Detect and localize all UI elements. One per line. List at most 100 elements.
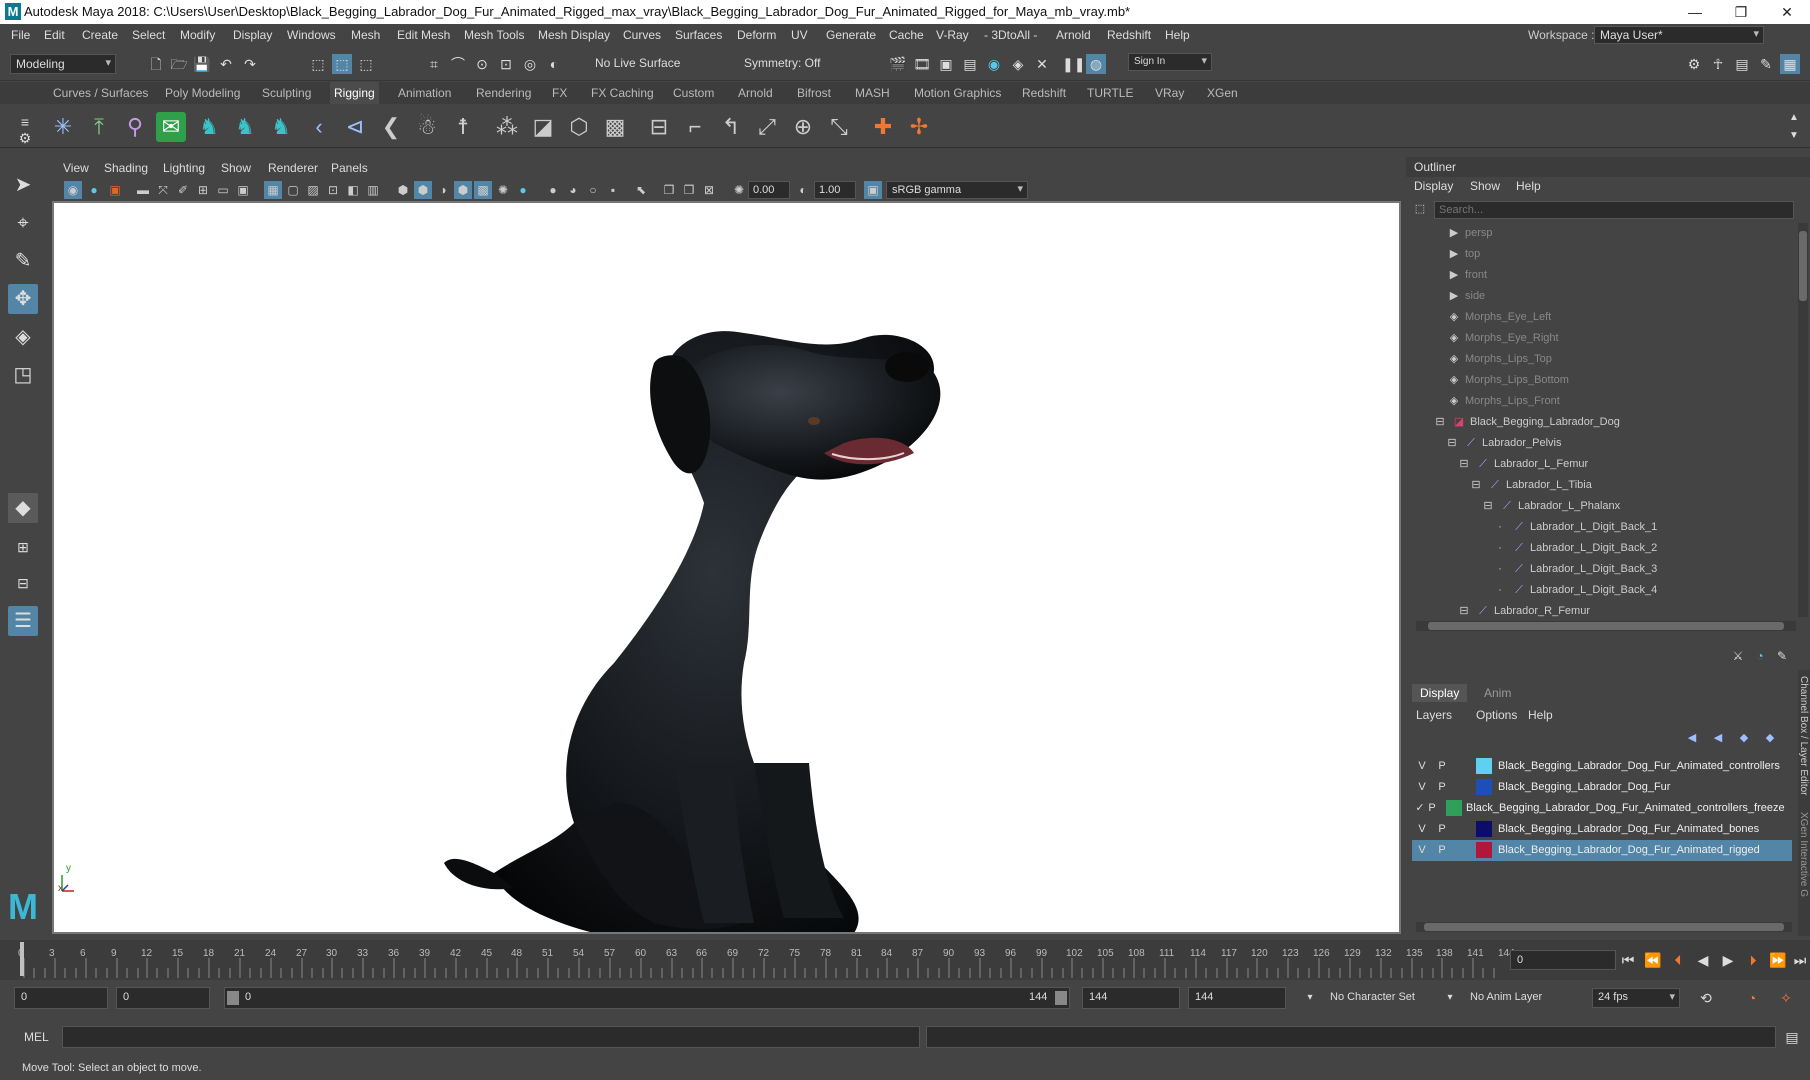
outliner-item-l-phalanx[interactable]: ⊟ ⟋ Labrador_L_Phalanx — [1480, 496, 1620, 517]
resolution-gate-icon[interactable]: ▣ — [234, 181, 252, 199]
collapse-icon[interactable]: ⊟ — [1468, 475, 1484, 496]
menu-redshift[interactable]: Redshift — [1107, 28, 1151, 42]
outliner-item-l-digit-back-1[interactable]: · ⟋ Labrador_L_Digit_Back_1 — [1492, 517, 1657, 538]
checker-icon[interactable]: ▩ — [474, 181, 492, 199]
step-back-frame-icon[interactable]: ⏴ — [1668, 950, 1688, 970]
bind-skin-icon[interactable]: ✉ — [156, 112, 186, 142]
collapse-icon[interactable]: ⊟ — [1432, 412, 1448, 433]
menu-arnold[interactable]: Arnold — [1056, 28, 1091, 42]
shelf-tab-sculpting[interactable]: Sculpting — [262, 86, 311, 100]
outliner-item-l-tibia[interactable]: ⊟ ⟋ Labrador_L_Tibia — [1468, 475, 1591, 496]
outliner-search-options-icon[interactable]: ⬚ — [1410, 199, 1430, 219]
select-camera-icon[interactable]: ◉ — [64, 181, 82, 199]
menu-mesh[interactable]: Mesh — [351, 28, 380, 42]
2d-pan-zoom-icon[interactable]: ⤧ — [154, 181, 172, 199]
menu-create[interactable]: Create — [82, 28, 118, 42]
lights-icon[interactable]: ✺ — [494, 181, 512, 199]
shadows-icon[interactable]: ⬢ — [454, 181, 472, 199]
viewport-render-icon[interactable]: ◍ — [1086, 54, 1106, 74]
menu-curves[interactable]: Curves — [623, 28, 661, 42]
human-ik-icon[interactable]: ☥ — [1708, 54, 1728, 74]
menu-file[interactable]: File — [11, 28, 30, 42]
new-layer-selected-icon[interactable]: ◆ — [1760, 728, 1780, 748]
vray-vfb-icon[interactable]: ✕ — [1032, 54, 1052, 74]
step-back-key-icon[interactable]: ⏪ — [1643, 950, 1663, 970]
vp-menu-renderer[interactable]: Renderer — [268, 161, 318, 175]
vp-menu-shading[interactable]: Shading — [104, 161, 148, 175]
channel-box-icon[interactable]: ▦ — [1780, 54, 1800, 74]
insert-joint-icon[interactable]: ⤒ — [84, 112, 114, 142]
layer-playback-toggle[interactable]: P — [1434, 819, 1450, 840]
collapse-icon[interactable]: ⊟ — [1480, 496, 1496, 517]
scene-end-field[interactable]: 144 — [1188, 987, 1286, 1009]
lasso-tool-icon[interactable]: ⌖ — [8, 208, 38, 238]
cluster-icon[interactable]: ⁂ — [492, 112, 522, 142]
select-component-icon[interactable]: ⬚ — [356, 54, 376, 74]
workspace-dropdown[interactable]: Maya User* — [1594, 26, 1764, 44]
bookmarks-icon[interactable]: ▣ — [106, 181, 124, 199]
attribute-editor-icon[interactable]: ▤ — [1732, 54, 1752, 74]
collapse-icon[interactable]: ⊟ — [1456, 601, 1472, 617]
outliner-item-morphs-eye-right[interactable]: ◈ Morphs_Eye_Right — [1446, 328, 1559, 349]
labrador-dog-model[interactable] — [54, 203, 1399, 933]
attribute-toggle-icon[interactable]: ◔ — [1750, 646, 1770, 666]
outliner-item-persp[interactable]: ▶ persp — [1446, 223, 1493, 244]
color-space-dropdown[interactable]: sRGB gamma — [886, 181, 1028, 199]
shelf-tab-xgen[interactable]: XGen — [1207, 86, 1238, 100]
single-view-icon[interactable]: ◆ — [8, 493, 38, 523]
image-plane-icon[interactable]: ▬ — [134, 181, 152, 199]
script-editor-icon[interactable]: ▤ — [1782, 1027, 1802, 1047]
step-forward-key-icon[interactable]: ⏩ — [1768, 950, 1788, 970]
anim-start-field[interactable]: 0 — [116, 987, 210, 1009]
range-slider[interactable]: 0 144 — [224, 987, 1070, 1009]
vp-menu-show[interactable]: Show — [221, 161, 251, 175]
paint-select-icon[interactable]: ✎ — [8, 246, 38, 276]
current-frame-field[interactable]: 0 — [1510, 950, 1616, 970]
channel-box-side-tab[interactable]: Channel Box / Layer Editor — [1798, 676, 1809, 796]
menu-uv[interactable]: UV — [791, 28, 808, 42]
xray-icon[interactable]: ⊡ — [324, 181, 342, 199]
outliner-item-top[interactable]: ▶ top — [1446, 244, 1481, 265]
outliner-vertical-scrollbar[interactable] — [1798, 223, 1808, 617]
shelf-tab-arnold[interactable]: Arnold — [738, 86, 773, 100]
shelf-tab-poly-modeling[interactable]: Poly Modeling — [165, 86, 240, 100]
shelf-tab-mash[interactable]: MASH — [855, 86, 890, 100]
snap-surface-icon[interactable]: ◎ — [520, 54, 540, 74]
shelf-tab-fx[interactable]: FX — [552, 86, 567, 100]
menu-surfaces[interactable]: Surfaces — [675, 28, 722, 42]
new-layer-icon[interactable]: ◆ — [1734, 728, 1754, 748]
shelf-tab-redshift[interactable]: Redshift — [1022, 86, 1066, 100]
vp-menu-lighting[interactable]: Lighting — [163, 161, 205, 175]
default-material-icon[interactable]: ▨ — [304, 181, 322, 199]
layer-row-selected[interactable]: V P Black_Begging_Labrador_Dog_Fur_Anima… — [1412, 840, 1792, 861]
snap-view-icon[interactable]: ⊡ — [496, 54, 516, 74]
tool-settings-icon[interactable]: ✎ — [1756, 54, 1776, 74]
move-layer-up-icon[interactable]: ◀ — [1682, 728, 1702, 748]
outliner-item-pelvis[interactable]: ⊟ ⟋ Labrador_Pelvis — [1444, 433, 1561, 454]
render-settings-icon[interactable]: ▤ — [960, 54, 980, 74]
collapse-icon[interactable]: ⊟ — [1444, 433, 1460, 454]
layer-playback-toggle[interactable]: P — [1424, 798, 1440, 819]
layer-horizontal-scrollbar[interactable] — [1416, 922, 1792, 932]
menu-set-dropdown[interactable]: Modeling — [10, 54, 116, 74]
snap-point-icon[interactable]: ⊙ — [472, 54, 492, 74]
command-language-label[interactable]: MEL — [24, 1030, 49, 1044]
layer-color-swatch[interactable] — [1476, 842, 1492, 858]
gamma-field[interactable]: 1.00 — [814, 181, 856, 199]
play-backwards-icon[interactable]: ◀ — [1693, 950, 1713, 970]
orient-constraint-icon[interactable]: ↰ — [716, 112, 746, 142]
ambient-occlusion-icon[interactable]: ● — [514, 181, 532, 199]
motion-blur-icon[interactable]: ● — [544, 181, 562, 199]
layer-row[interactable]: V P Black_Begging_Labrador_Dog_Fur — [1412, 777, 1792, 798]
ik-handle-icon[interactable]: ⚲ — [120, 112, 150, 142]
shelf-tab-fx-caching[interactable]: FX Caching — [591, 86, 654, 100]
locator-icon[interactable]: ✚ — [868, 112, 898, 142]
pole-vector-icon[interactable]: ⤡ — [824, 112, 854, 142]
hypershade-icon[interactable]: ◉ — [984, 54, 1004, 74]
anim-layer-menu-icon[interactable]: ▾ — [1440, 988, 1460, 1008]
outliner-menu-show[interactable]: Show — [1470, 179, 1500, 193]
gamma-icon[interactable]: ◐ — [794, 181, 812, 199]
exposure-field[interactable]: 0.00 — [748, 181, 790, 199]
hud-icon[interactable]: ▪ — [604, 181, 622, 199]
character-set-menu-icon[interactable]: ▾ — [1300, 988, 1320, 1008]
